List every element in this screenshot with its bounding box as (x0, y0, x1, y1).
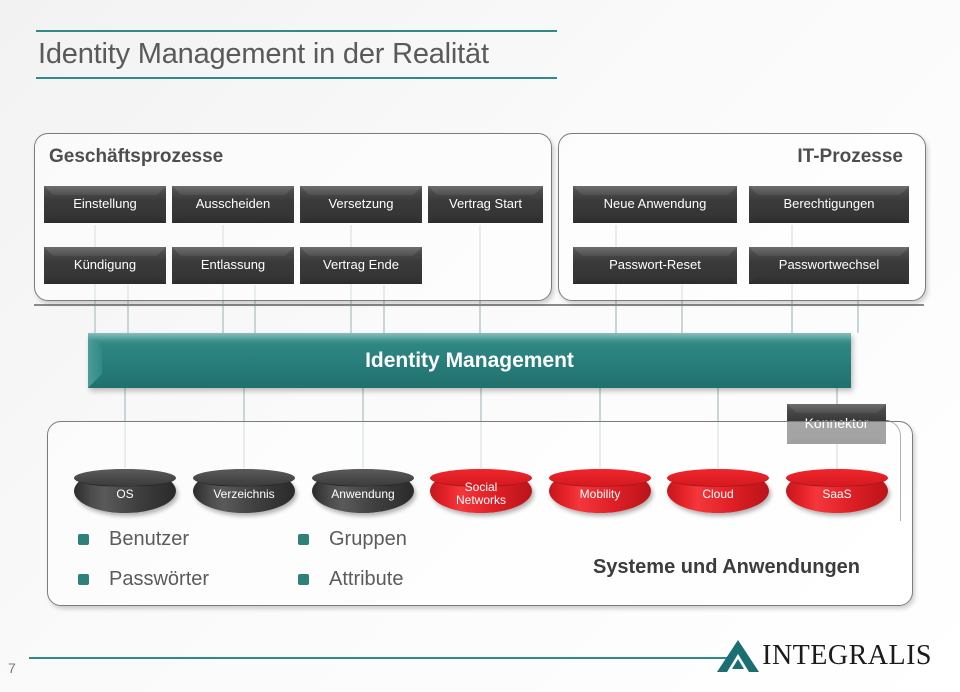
process-box-label: Versetzung (328, 196, 394, 212)
process-box-label: Vertrag Ende (323, 257, 399, 273)
identity-management-bar[interactable]: Identity Management (88, 333, 851, 388)
legend-label: Benutzer (109, 528, 190, 550)
process-box-label: Einstellung (73, 196, 137, 212)
square-bullet-icon (298, 574, 309, 585)
cylinder-cloud[interactable]: Cloud (667, 469, 769, 513)
process-box-vertrag-start[interactable]: Vertrag Start (428, 186, 543, 223)
business-processes-panel: Geschäftsprozesse Einstellung Ausscheide… (34, 133, 552, 301)
cylinder-label: Verzeichnis (213, 486, 275, 501)
legend-label: Gruppen (329, 528, 407, 550)
cylinder-label: Social Networks (455, 480, 506, 507)
page-number: 7 (8, 660, 16, 676)
integralis-logo: INTEGRALIS (716, 638, 932, 674)
systems-panel: OS Verzeichnis Anwendung Social Networks… (47, 421, 913, 606)
legend-label: Attribute (329, 568, 404, 590)
cylinder-mobility[interactable]: Mobility (549, 469, 651, 513)
process-box-entlassung[interactable]: Entlassung (172, 247, 294, 284)
it-box-passwort-reset[interactable]: Passwort-Reset (573, 247, 737, 284)
it-processes-heading: IT-Prozesse (797, 146, 903, 167)
it-box-passwortwechsel[interactable]: Passwortwechsel (749, 247, 909, 284)
it-box-label: Berechtigungen (783, 196, 875, 212)
it-processes-panel: IT-Prozesse Neue Anwendung Berechtigunge… (558, 133, 926, 301)
process-box-vertrag-ende[interactable]: Vertrag Ende (300, 247, 422, 284)
square-bullet-icon (298, 534, 309, 545)
legend-item-benutzer: Benutzer (78, 528, 189, 551)
square-bullet-icon (78, 534, 89, 545)
cylinder-verzeichnis[interactable]: Verzeichnis (193, 469, 295, 513)
legend-item-passwoerter: Passwörter (78, 568, 209, 591)
process-box-einstellung[interactable]: Einstellung (44, 186, 166, 223)
cylinder-label: Cloud (702, 486, 734, 501)
separator-line (34, 304, 924, 306)
square-bullet-icon (78, 574, 89, 585)
process-box-kuendigung[interactable]: Kündigung (44, 247, 166, 284)
it-box-label: Passwortwechsel (778, 257, 880, 273)
title-rule-bottom (36, 77, 557, 79)
process-box-label: Kündigung (73, 257, 137, 273)
cylinder-label: OS (116, 486, 134, 501)
logo-text: INTEGRALIS (762, 640, 932, 671)
legend-item-attribute: Attribute (298, 568, 403, 591)
process-box-label: Vertrag Start (449, 196, 522, 212)
legend-label: Passwörter (109, 568, 210, 590)
it-box-label: Passwort-Reset (609, 257, 701, 273)
cylinder-social-networks[interactable]: Social Networks (430, 469, 532, 513)
process-box-label: Entlassung (200, 257, 266, 273)
it-box-berechtigungen[interactable]: Berechtigungen (749, 186, 909, 223)
footer-rule (29, 657, 729, 659)
cylinder-label: Mobility (579, 486, 621, 501)
page-title: Identity Management in der Realität (38, 38, 489, 70)
cylinder-label: SaaS (822, 486, 852, 501)
cylinder-saas[interactable]: SaaS (786, 469, 888, 513)
legend-item-gruppen: Gruppen (298, 528, 407, 551)
cylinder-anwendung[interactable]: Anwendung (312, 469, 414, 513)
business-processes-heading: Geschäftsprozesse (49, 146, 224, 167)
identity-management-label: Identity Management (365, 348, 574, 372)
cylinder-label: Anwendung (331, 486, 395, 501)
systems-caption: Systeme und Anwendungen (592, 556, 860, 578)
cylinder-os[interactable]: OS (74, 469, 176, 513)
process-box-versetzung[interactable]: Versetzung (300, 186, 422, 223)
process-box-ausscheiden[interactable]: Ausscheiden (172, 186, 294, 223)
it-box-neue-anwendung[interactable]: Neue Anwendung (573, 186, 737, 223)
triangle-icon (717, 640, 760, 672)
process-box-label: Ausscheiden (195, 196, 271, 212)
slide-title-block: Identity Management in der Realität (36, 30, 557, 79)
it-box-label: Neue Anwendung (603, 196, 707, 212)
